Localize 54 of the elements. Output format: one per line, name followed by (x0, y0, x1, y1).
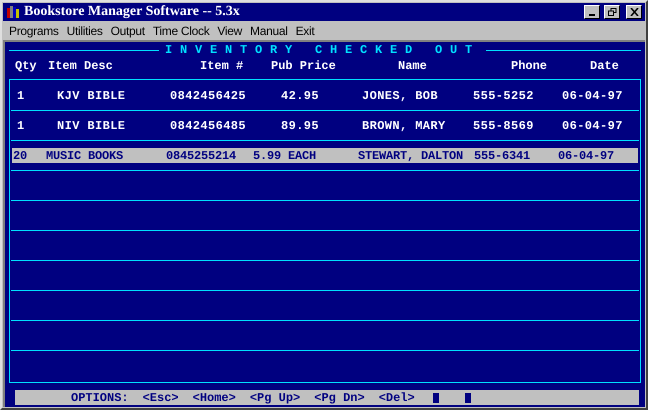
window-title: Bookstore Manager Software -- 5.3x (24, 5, 240, 19)
menu-item[interactable]: View (213, 22, 246, 40)
table-cell: 555-6341 (474, 148, 530, 162)
table-cell: 0845255214 (166, 148, 236, 162)
table-cell: 06-04-97 (562, 88, 623, 102)
table-cell: BROWN, MARY (362, 118, 446, 132)
table-cell: 20 (13, 148, 28, 162)
maximize-button[interactable] (604, 5, 620, 19)
menu-item[interactable]: Programs (5, 22, 63, 40)
minimize-button[interactable] (584, 5, 600, 19)
menu-item[interactable]: Exit (292, 22, 318, 40)
menu-item[interactable]: Time Clock (148, 22, 214, 40)
table-cell: 0842456425 (170, 88, 246, 102)
column-header: Item # (200, 59, 244, 73)
block-icon (464, 392, 471, 402)
books-icon (6, 5, 20, 19)
table-row[interactable]: 1 KJV BIBLE 0842456425 42.95 JONES, BOB 555-5252 06-04-97 (12, 88, 638, 103)
options-label: OPTIONS: (71, 390, 129, 406)
table-cell: JONES, BOB (362, 88, 438, 102)
column-header: Phone (511, 59, 548, 73)
table-cell: KJV BIBLE (57, 88, 126, 102)
table-cell: STEWART, DALTON (358, 148, 464, 162)
table-cell: 1 (17, 118, 25, 132)
key-option[interactable]: <Esc> (142, 388, 179, 406)
menu-item[interactable]: Utilities (62, 22, 107, 40)
column-header: Date (590, 59, 619, 73)
table-cell: 0842456485 (170, 118, 246, 132)
table-cell: 06-04-97 (562, 118, 623, 132)
key-option[interactable]: <Del> (378, 388, 415, 406)
panel-heading: INVENTORY CHECKED OUT (164, 42, 482, 59)
key-option[interactable]: <Home> (192, 388, 236, 406)
table-row[interactable]: 20 MUSIC BOOKS 0845255214 5.99 EACH STEWART, DALTON 555-6341 06-04-97 (12, 148, 638, 163)
restore-icon (608, 8, 616, 16)
table-cell: 1 (17, 88, 25, 102)
table-cell: MUSIC BOOKS (46, 148, 124, 162)
table-cell: 42.95 (281, 88, 320, 102)
column-header: Item Desc (48, 59, 113, 73)
block-icon (432, 392, 439, 402)
table-cell: 555-5252 (473, 88, 534, 102)
column-header: Pub Price (271, 59, 336, 73)
table-row[interactable]: 1 NIV BIBLE 0842456485 89.95 BROWN, MARY 555-8569 06-04-97 (12, 118, 638, 133)
key-option[interactable]: <Pg Dn> (314, 388, 365, 406)
close-icon (630, 8, 638, 16)
table-cell: 555-8569 (473, 118, 534, 132)
table-cell: 06-04-97 (558, 148, 614, 162)
column-header: Qty (15, 59, 37, 73)
key-option[interactable]: <Pg Up> (250, 388, 300, 406)
table-cell: 5.99 EACH (253, 148, 316, 162)
table-cell: 89.95 (281, 118, 320, 132)
table-cell: NIV BIBLE (57, 118, 126, 132)
menu-item[interactable]: Manual (246, 22, 292, 40)
column-header: Name (398, 59, 427, 73)
close-button[interactable] (626, 5, 642, 19)
menu-item[interactable]: Output (106, 22, 149, 40)
